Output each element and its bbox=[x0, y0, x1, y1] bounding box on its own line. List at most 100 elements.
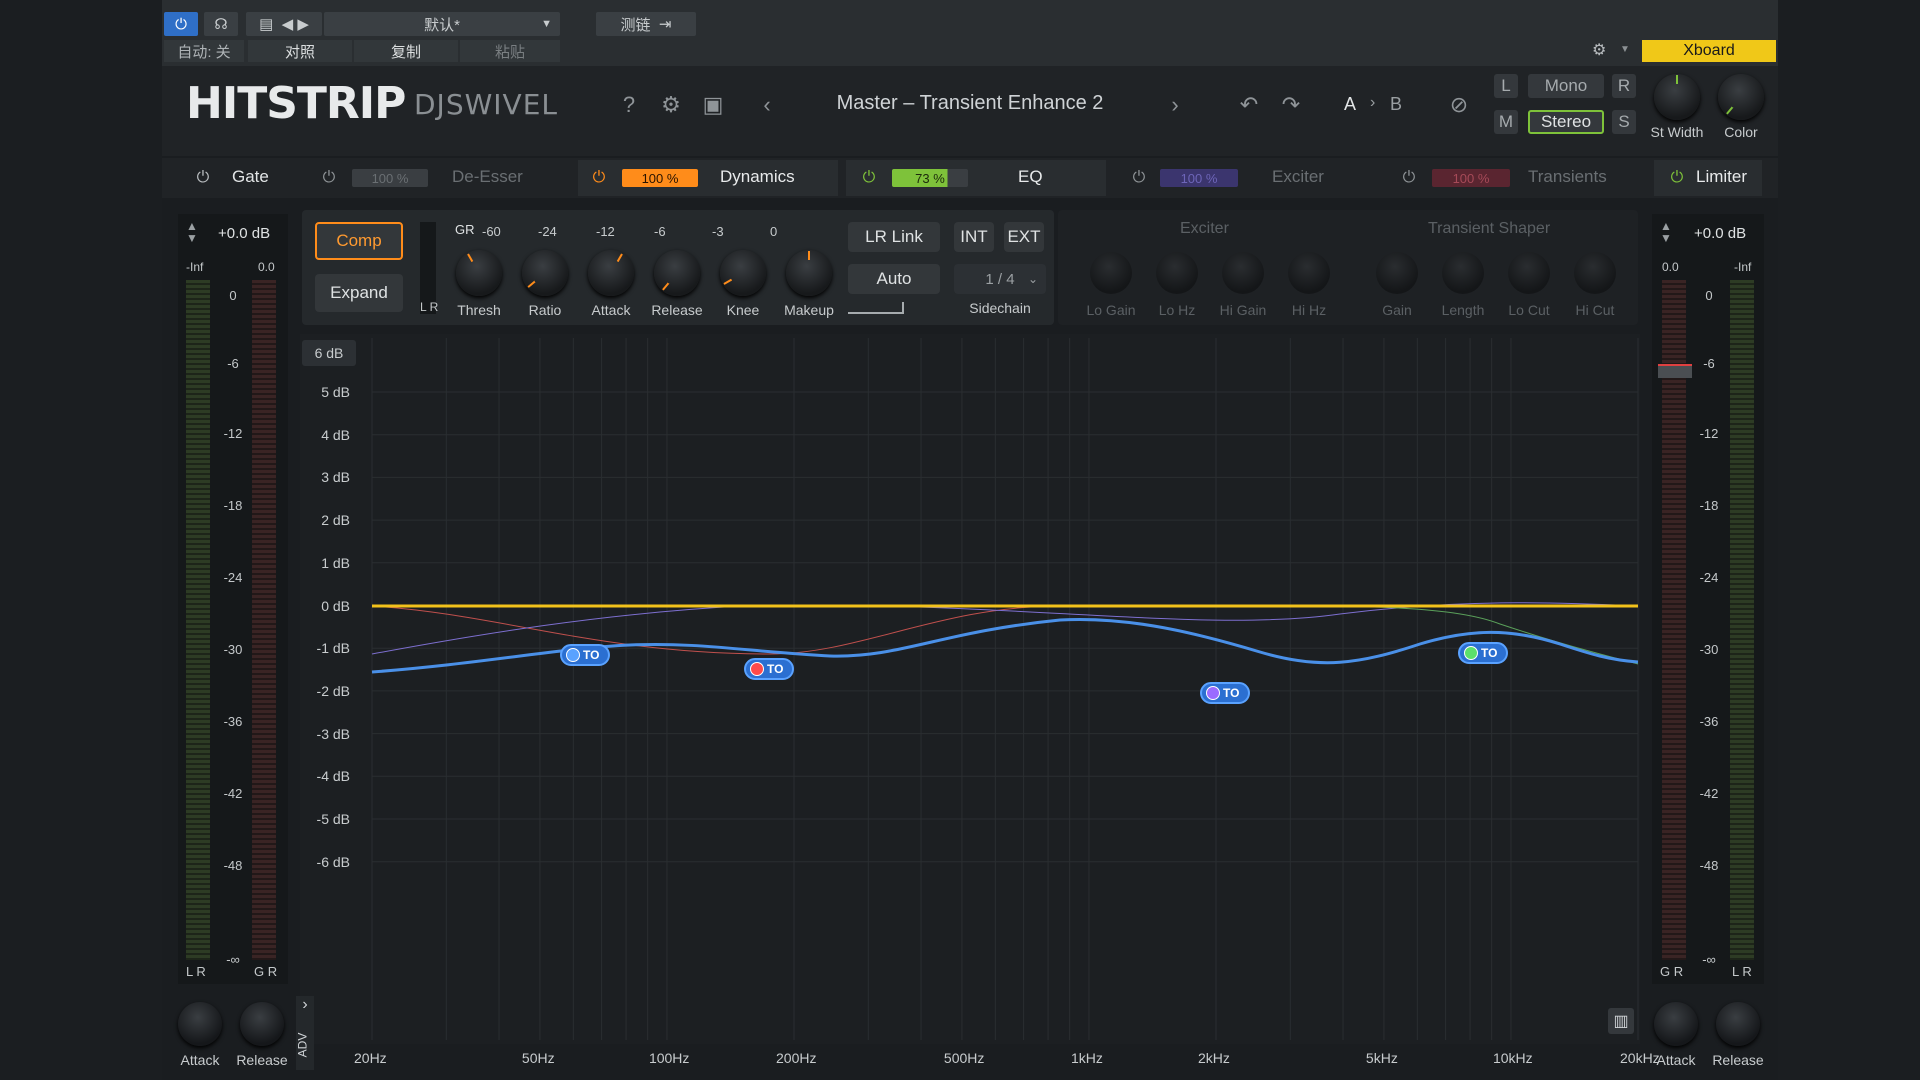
ab-arrow-icon[interactable]: › bbox=[1370, 94, 1375, 112]
next-preset-icon[interactable]: › bbox=[1160, 90, 1190, 120]
save-icon[interactable]: ▣ bbox=[698, 90, 728, 120]
input-release-knob[interactable] bbox=[240, 1002, 284, 1046]
side-button[interactable]: S bbox=[1612, 110, 1636, 134]
module-deesser[interactable]: De-Esser bbox=[452, 167, 523, 187]
eq-power-icon[interactable]: ⏻ bbox=[860, 169, 878, 187]
attack-knob[interactable] bbox=[588, 250, 634, 296]
gate-power-icon[interactable]: ⏻ bbox=[194, 169, 212, 187]
undo-icon[interactable]: ↶ bbox=[1234, 90, 1264, 120]
gr-scale-label: -6 bbox=[654, 224, 666, 239]
preset-nav[interactable]: ▤ ◀ ▶ bbox=[246, 12, 322, 36]
adv-button[interactable]: › ADV bbox=[295, 996, 314, 1070]
output-ceiling-handle[interactable] bbox=[1658, 364, 1692, 378]
exciter-power-icon[interactable]: ⏻ bbox=[1130, 169, 1148, 187]
auto-button[interactable]: Auto bbox=[848, 264, 940, 294]
exciter-knob[interactable] bbox=[1222, 252, 1264, 294]
transients-mix[interactable]: 100 % bbox=[1432, 169, 1510, 187]
input-gain-stepper[interactable]: ▲ ▼ bbox=[186, 220, 198, 244]
compare-button[interactable]: 对照 bbox=[248, 40, 352, 62]
module-limiter[interactable]: Limiter bbox=[1696, 167, 1747, 187]
sidechain-button[interactable]: 测链 ⇥ bbox=[596, 12, 696, 36]
limiter-power-icon[interactable]: ⏻ bbox=[1668, 169, 1686, 187]
headphones-button[interactable]: ☊ bbox=[204, 12, 238, 36]
output-gain-stepper[interactable]: ▲ ▼ bbox=[1660, 220, 1672, 244]
thresh-knob[interactable] bbox=[456, 250, 502, 296]
mid-button[interactable]: M bbox=[1494, 110, 1518, 134]
paste-button[interactable]: 粘贴 bbox=[460, 40, 560, 62]
gr-scale-label: -60 bbox=[482, 224, 501, 239]
preset-dropdown[interactable]: 默认* ▼ bbox=[324, 12, 560, 36]
eq-node-4[interactable]: TO bbox=[1458, 642, 1508, 664]
lr-link-button[interactable]: LR Link bbox=[848, 222, 940, 252]
power-button[interactable]: ⏻ bbox=[164, 12, 198, 36]
attack-label: Attack bbox=[591, 302, 631, 318]
output-gain-value[interactable]: +0.0 dB bbox=[1694, 225, 1746, 242]
hitstrip-logo: HITSTRIP bbox=[186, 78, 406, 129]
output-attack-knob[interactable] bbox=[1654, 1002, 1698, 1046]
chevron-down-icon[interactable]: ▼ bbox=[1620, 44, 1634, 60]
module-transients[interactable]: Transients bbox=[1528, 167, 1607, 187]
mono-button[interactable]: Mono bbox=[1528, 74, 1604, 98]
dynamics-mix[interactable]: 100 % bbox=[622, 169, 698, 187]
module-exciter[interactable]: Exciter bbox=[1272, 167, 1324, 187]
preset-title[interactable]: Master – Transient Enhance 2 bbox=[780, 92, 1160, 118]
exciter-title: Exciter bbox=[1180, 220, 1229, 237]
eq-node-1[interactable]: TO bbox=[560, 644, 610, 666]
next-preset-icon[interactable]: ▶ bbox=[297, 15, 309, 33]
color-label: Color bbox=[1724, 124, 1758, 140]
exciter-knob[interactable] bbox=[1090, 252, 1132, 294]
piano-icon[interactable]: ▥ bbox=[1608, 1008, 1634, 1034]
module-dynamics[interactable]: Dynamics bbox=[720, 167, 795, 187]
hz-label: 10kHz bbox=[1492, 1050, 1533, 1066]
sidechain-value: 1 / 4 bbox=[985, 270, 1015, 288]
sidechain-select[interactable]: 1 / 4 ⌄ bbox=[954, 264, 1046, 294]
stereo-width-knob[interactable] bbox=[1654, 74, 1700, 120]
eq-node-3[interactable]: TO bbox=[1200, 682, 1250, 704]
copy-button[interactable]: 复制 bbox=[354, 40, 458, 62]
ab-b-button[interactable]: B bbox=[1390, 94, 1402, 115]
prev-preset-icon[interactable]: ◀ bbox=[282, 15, 294, 33]
stereo-button[interactable]: Stereo bbox=[1528, 110, 1604, 134]
left-channel-button[interactable]: L bbox=[1494, 74, 1518, 98]
right-channel-button[interactable]: R bbox=[1612, 74, 1636, 98]
help-icon[interactable]: ? bbox=[614, 90, 644, 120]
gear-icon[interactable]: ⚙ bbox=[656, 90, 686, 120]
auto-toggle[interactable]: 自动: 关 bbox=[164, 40, 244, 62]
redo-icon[interactable]: ↷ bbox=[1276, 90, 1306, 120]
xboard-button[interactable]: Xboard bbox=[1642, 40, 1776, 62]
color-knob[interactable] bbox=[1718, 74, 1764, 120]
output-release-knob[interactable] bbox=[1716, 1002, 1760, 1046]
ext-button[interactable]: EXT bbox=[1004, 222, 1044, 252]
knee-knob[interactable] bbox=[720, 250, 766, 296]
transient-knob[interactable] bbox=[1508, 252, 1550, 294]
module-eq[interactable]: EQ bbox=[1018, 167, 1043, 187]
hz-label: 50Hz bbox=[521, 1050, 555, 1066]
gear-icon[interactable]: ⚙ bbox=[1592, 40, 1612, 62]
transients-power-icon[interactable]: ⏻ bbox=[1400, 169, 1418, 187]
adv-label: ADV bbox=[295, 1032, 310, 1058]
eq-mix[interactable]: 73 % bbox=[892, 169, 968, 187]
int-button[interactable]: INT bbox=[954, 222, 994, 252]
deesser-mix[interactable]: 100 % bbox=[352, 169, 428, 187]
dynamics-power-icon[interactable]: ⏻ bbox=[590, 169, 608, 187]
bypass-icon[interactable]: ⊘ bbox=[1444, 90, 1474, 120]
transient-knob[interactable] bbox=[1442, 252, 1484, 294]
exciter-mix[interactable]: 100 % bbox=[1160, 169, 1238, 187]
exciter-knob[interactable] bbox=[1288, 252, 1330, 294]
makeup-knob[interactable] bbox=[786, 250, 832, 296]
release-knob[interactable] bbox=[654, 250, 700, 296]
eq-node-2[interactable]: TO bbox=[744, 658, 794, 680]
module-gate[interactable]: Gate bbox=[232, 167, 269, 187]
ratio-knob[interactable] bbox=[522, 250, 568, 296]
db-label: -3 dB bbox=[316, 725, 350, 742]
transient-knob[interactable] bbox=[1376, 252, 1418, 294]
ab-a-button[interactable]: A bbox=[1344, 94, 1356, 115]
input-gain-value[interactable]: +0.0 dB bbox=[218, 225, 270, 242]
comp-button[interactable]: Comp bbox=[315, 222, 403, 260]
exciter-knob[interactable] bbox=[1156, 252, 1198, 294]
prev-preset-icon[interactable]: ‹ bbox=[752, 90, 782, 120]
transient-knob[interactable] bbox=[1574, 252, 1616, 294]
expand-button[interactable]: Expand bbox=[315, 274, 403, 312]
deesser-power-icon[interactable]: ⏻ bbox=[320, 169, 338, 187]
input-attack-knob[interactable] bbox=[178, 1002, 222, 1046]
